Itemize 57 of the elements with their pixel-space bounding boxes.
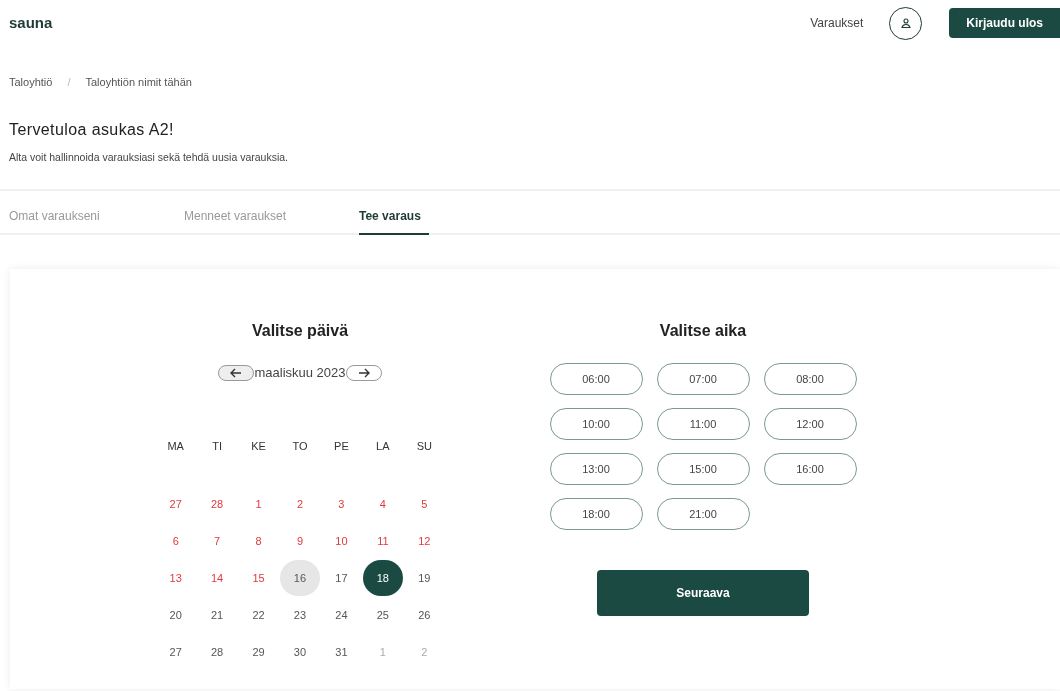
calendar-day[interactable]: 30 xyxy=(280,633,320,670)
nav-link[interactable]: Varaukset xyxy=(810,14,864,32)
previous-month-button[interactable] xyxy=(218,365,255,381)
calendar-day[interactable]: 20 xyxy=(155,596,196,633)
calendar-day[interactable]: 9 xyxy=(280,522,320,559)
calendar-day[interactable]: 2 xyxy=(280,485,320,522)
calendar-day[interactable]: 28 xyxy=(197,485,238,522)
time-title: Valitse aika xyxy=(659,321,747,342)
welcome-title: Tervetuloa asukas A2! xyxy=(8,119,175,140)
calendar-day[interactable]: 27 xyxy=(155,485,196,522)
calendar-day[interactable]: 15 xyxy=(238,559,279,596)
calendar-day[interactable]: 17 xyxy=(321,559,362,596)
calendar-day[interactable]: 27 xyxy=(155,633,196,670)
calendar-day[interactable]: 26 xyxy=(404,596,445,633)
calendar-day[interactable]: 19 xyxy=(404,559,445,596)
breadcrumb-current: Taloyhtiön nimit tähän xyxy=(85,75,192,90)
calendar-day[interactable]: 5 xyxy=(404,485,445,522)
calendar-day[interactable]: 25 xyxy=(362,596,403,633)
weekday-label: LA xyxy=(375,438,391,454)
logo[interactable]: sauna xyxy=(9,11,53,35)
calendar-day[interactable]: 1 xyxy=(238,485,279,522)
calendar-day[interactable]: 22 xyxy=(238,596,279,633)
weekday-label: SU xyxy=(415,438,433,454)
welcome-subtitle: Alta voit hallinnoida varauksiasi sekä tehdä uusia varauksia. xyxy=(8,149,289,165)
calendar-day[interactable]: 8 xyxy=(238,522,279,559)
calendar-day[interactable]: 12 xyxy=(404,522,445,559)
calendar-day[interactable]: 13 xyxy=(155,559,196,596)
month-label: maaliskuu 2023 xyxy=(254,364,346,383)
calendar-day[interactable]: 4 xyxy=(362,485,403,522)
calendar-day[interactable]: 28 xyxy=(197,633,238,670)
calendar-day[interactable]: 6 xyxy=(155,522,196,559)
weekday-label: PE xyxy=(333,438,350,454)
arrow-left-icon xyxy=(230,368,243,378)
weekday-label: MA xyxy=(166,438,185,454)
breadcrumb-separator: / xyxy=(67,75,71,90)
calendar-day[interactable]: 31 xyxy=(321,633,362,670)
calendar-day[interactable]: 23 xyxy=(280,596,320,633)
tab[interactable]: Tee varaus xyxy=(359,207,429,236)
weekday-label: TO xyxy=(291,438,309,454)
next-button[interactable]: Seuraava xyxy=(597,570,809,617)
calendar-day[interactable]: 18 xyxy=(362,559,403,596)
logout-button[interactable]: Kirjaudu ulos xyxy=(949,8,1060,38)
calendar-day[interactable]: 24 xyxy=(321,596,362,633)
calendar-day[interactable]: 21 xyxy=(197,596,238,633)
calendar-day[interactable]: 3 xyxy=(321,485,362,522)
weekday-label: KE xyxy=(250,438,267,454)
calendar-title: Valitse päivä xyxy=(251,321,349,342)
calendar-day[interactable]: 11 xyxy=(362,522,403,559)
calendar-day[interactable]: 29 xyxy=(238,633,279,670)
arrow-right-icon xyxy=(357,368,370,378)
calendar-day[interactable]: 7 xyxy=(197,522,238,559)
user-icon xyxy=(899,17,912,29)
breadcrumb-link[interactable]: Taloyhtiö xyxy=(9,74,53,91)
calendar-day[interactable]: 16 xyxy=(280,559,320,596)
calendar-day[interactable]: 14 xyxy=(197,559,238,596)
calendar-day[interactable]: 10 xyxy=(321,522,362,559)
weekday-label: TI xyxy=(211,438,223,454)
